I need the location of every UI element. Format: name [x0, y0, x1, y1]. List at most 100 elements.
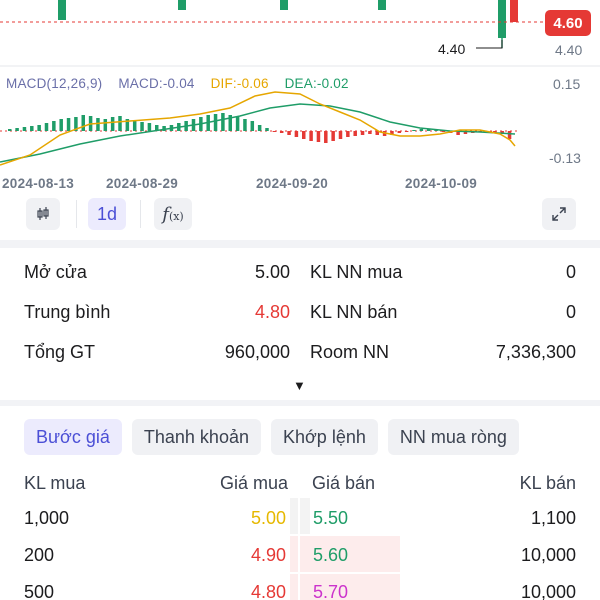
- tab-thanh-khoan[interactable]: Thanh khoản: [131, 419, 261, 455]
- interval-button[interactable]: 1d: [88, 198, 126, 230]
- sell-price-cell[interactable]: 5.70: [313, 582, 348, 600]
- macd-histogram-bar: [110, 117, 115, 131]
- macd-axis-top: 0.15: [553, 76, 581, 92]
- stat-value: 0: [565, 302, 576, 322]
- macd-histogram: [8, 113, 512, 143]
- buy-volume-cell: 1,000: [24, 508, 70, 528]
- price-chart[interactable]: 4.60 4.40 4.40 MACD(12,26,9) MACD:-0.04 …: [0, 0, 600, 200]
- stat-row: Trung bình 4.80 KL NN bán 0: [0, 302, 600, 342]
- tab-buoc-gia[interactable]: Bước giá: [24, 419, 122, 455]
- macd-histogram-bar: [279, 131, 284, 133]
- candle-bar: [498, 0, 506, 38]
- buy-depth-bar: [290, 574, 298, 600]
- dif-line: [0, 91, 516, 166]
- candlestick-button[interactable]: [26, 198, 60, 230]
- macd-histogram-bar: [412, 130, 416, 131]
- sell-volume-cell: 10,000: [520, 545, 576, 565]
- stat-label: Mở cửa: [24, 262, 87, 282]
- date-label: 2024-09-20: [256, 176, 329, 191]
- stat-label: KL NN bán: [310, 302, 398, 322]
- candle-bar: [178, 0, 186, 10]
- macd-histogram-bar: [52, 121, 56, 131]
- sell-price-cell[interactable]: 5.50: [313, 508, 348, 529]
- macd-histogram-bar: [419, 129, 424, 131]
- chart-canvas[interactable]: [0, 0, 600, 200]
- header-buy-volume: KL mua: [24, 473, 86, 493]
- macd-histogram-bar: [213, 114, 218, 131]
- expand-stats-arrow[interactable]: ▼: [293, 378, 306, 393]
- section-divider: [0, 400, 600, 406]
- macd-histogram-bar: [346, 131, 350, 137]
- buy-price-cell[interactable]: 4.80: [251, 582, 286, 600]
- stat-value: 960,000: [224, 342, 290, 362]
- header-sell-price: Giá bán: [312, 473, 376, 493]
- macd-histogram-bar: [140, 122, 144, 131]
- header-sell-volume: KL bán: [519, 473, 576, 493]
- macd-histogram-bar: [257, 125, 262, 131]
- buy-volume-cell: 500: [24, 582, 55, 600]
- macd-histogram-bar: [294, 131, 299, 137]
- macd-histogram-bar: [324, 131, 328, 143]
- macd-histogram-bar: [96, 118, 100, 131]
- expand-button[interactable]: [542, 198, 576, 230]
- candle-bar: [378, 0, 386, 10]
- macd-histogram-bar: [404, 131, 409, 132]
- macd-histogram-bar: [44, 123, 49, 131]
- macd-histogram-bar: [302, 131, 306, 139]
- macd-histogram-bar: [287, 131, 291, 135]
- buy-price-cell[interactable]: 5.00: [251, 508, 286, 529]
- macd-histogram-bar: [368, 131, 372, 134]
- macd-histogram-bar: [243, 119, 247, 131]
- macd-histogram-bar: [272, 131, 277, 132]
- macd-legend-macd: MACD:-0.04: [118, 76, 195, 91]
- tab-khop-lenh[interactable]: Khớp lệnh: [270, 419, 378, 455]
- candle-bar: [280, 0, 288, 10]
- toolbar-separator: [140, 200, 141, 228]
- section-divider: [0, 240, 600, 248]
- macd-histogram-bar: [37, 125, 41, 131]
- current-price-badge: 4.60: [545, 10, 591, 36]
- candle-bar: [510, 0, 518, 22]
- stat-value: 5.00: [254, 262, 290, 282]
- macd-legend-dea: DEA:-0.02: [284, 76, 349, 91]
- macd-histogram-bar: [15, 128, 19, 131]
- buy-depth-bar: [290, 536, 298, 572]
- sell-price-cell[interactable]: 5.60: [313, 545, 348, 566]
- macd-histogram-bar: [59, 119, 63, 131]
- stat-label: Trung bình: [24, 302, 111, 322]
- tab-bar: Bước giá Thanh khoản Khớp lệnh NN mua rò…: [24, 419, 519, 455]
- candlestick-icon: [37, 207, 49, 220]
- macd-histogram-bar: [30, 126, 34, 131]
- stat-label: Tổng GT: [24, 342, 96, 362]
- expand-icon: [552, 207, 566, 221]
- buy-volume-cell: 200: [24, 545, 55, 565]
- buy-depth-bar: [290, 498, 298, 534]
- macd-histogram-bar: [309, 131, 313, 141]
- stat-value: 7,336,300: [495, 342, 576, 362]
- macd-histogram-bar: [235, 117, 240, 131]
- stat-label: Room NN: [310, 342, 390, 362]
- tab-nn-mua-rong[interactable]: NN mua ròng: [387, 419, 519, 455]
- macd-histogram-bar: [118, 116, 122, 131]
- function-icon: f(x): [162, 203, 184, 225]
- macd-histogram-bar: [147, 123, 152, 131]
- macd-histogram-bar: [316, 131, 321, 142]
- stat-value: 4.80: [254, 302, 290, 322]
- header-buy-price: Giá mua: [219, 473, 288, 493]
- macd-histogram-bar: [221, 113, 225, 131]
- macd-histogram-bar: [331, 131, 335, 141]
- stat-row: Tổng GT 960,000 Room NN 7,336,300: [0, 342, 600, 382]
- macd-histogram-bar: [397, 131, 402, 133]
- function-button[interactable]: f(x): [154, 198, 192, 230]
- candle-bar: [58, 0, 66, 20]
- macd-legend-dif: DIF:-0.06: [210, 76, 269, 91]
- stat-row: Mở cửa 5.00 KL NN mua 0: [0, 262, 600, 302]
- buy-price-cell[interactable]: 4.90: [251, 545, 286, 566]
- sell-volume-cell: 1,100: [530, 508, 576, 528]
- macd-histogram-bar: [353, 131, 357, 136]
- date-label: 2024-10-09: [405, 176, 478, 191]
- macd-histogram-bar: [507, 131, 512, 139]
- macd-histogram-bar: [8, 129, 12, 131]
- macd-histogram-bar: [132, 121, 137, 131]
- date-label: 2024-08-13: [2, 176, 75, 191]
